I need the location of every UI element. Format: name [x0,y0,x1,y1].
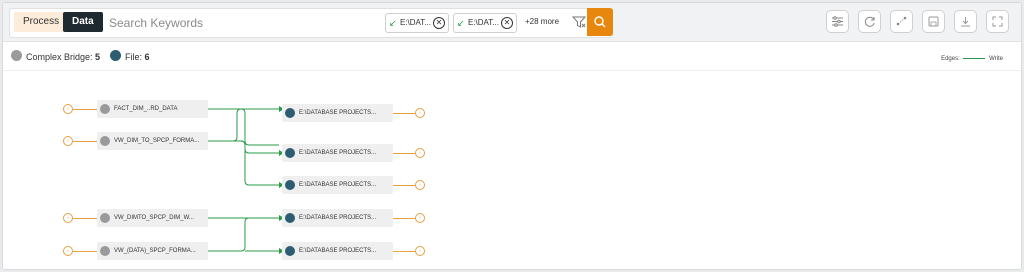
search-bar: Process Data ↙ E:\DAT... ✕ ↙ E:\DAT... ✕… [9,8,613,38]
save-button[interactable] [922,10,945,33]
expander-connector [393,251,415,252]
file-node[interactable]: E:\DATABASE PROJECTS... [282,209,393,227]
fullscreen-icon [992,16,1003,27]
write-legend-label: Write [989,56,1003,62]
node-label: E:\DATABASE PROJECTS... [299,248,377,254]
clear-filter-icon[interactable] [572,15,586,29]
chip-label: E:\DAT... [400,18,431,27]
node-label: E:\DATABASE PROJECTS... [299,110,377,116]
expander-connector [73,141,97,142]
file-icon [285,108,295,118]
file-node[interactable]: E:\DATABASE PROJECTS... [282,104,393,122]
expand-upstream-icon[interactable]: ‹ [63,104,73,114]
remove-chip-icon[interactable]: ✕ [433,17,445,29]
complex-bridge-icon [11,50,22,61]
complex-bridge-icon [100,104,110,114]
write-edge [208,140,279,186]
expand-downstream-icon[interactable]: › [415,148,425,158]
expand-upstream-icon[interactable]: ‹ [63,246,73,256]
file-icon [285,148,295,158]
expand-upstream-icon[interactable]: ‹ [63,136,73,146]
expand-downstream-icon[interactable]: › [415,246,425,256]
download-button[interactable] [954,10,977,33]
expand-downstream-icon[interactable]: › [415,213,425,223]
complex-bridge-icon [100,213,110,223]
layout-button[interactable] [890,10,913,33]
filter-chip[interactable]: ↙ E:\DAT... ✕ [385,13,449,33]
fullscreen-button[interactable] [986,10,1009,33]
file-icon [110,50,121,61]
expand-downstream-icon[interactable]: › [415,180,425,190]
expander-connector [393,218,415,219]
download-icon [961,17,970,27]
expander-connector [73,109,97,110]
file-icon [285,180,295,190]
save-icon [928,16,939,27]
complex-bridge-summary: Complex Bridge: 5 [26,51,100,63]
lineage-graph: ‹ ‹ ‹ ‹ FACT_DIM_..RD_DATA VW_DIM_TO_SPC… [3,71,1021,269]
complex-bridge-node[interactable]: FACT_DIM_..RD_DATA [97,100,208,118]
file-icon [285,246,295,256]
file-summary: File: 6 [125,51,150,63]
node-label: VW_DIMTO_SPCP_DIM_W... [114,215,194,221]
complex-bridge-icon [100,136,110,146]
node-label: E:\DATABASE PROJECTS... [299,182,377,188]
file-node[interactable]: E:\DATABASE PROJECTS... [282,242,393,260]
data-toggle[interactable]: Data [63,12,103,32]
write-arrow-icon: ↙ [389,18,397,28]
complex-bridge-icon [100,246,110,256]
search-button[interactable] [587,8,613,36]
complex-bridge-node[interactable]: VW_DIMTO_SPCP_DIM_W... [97,209,208,227]
write-edge [208,140,279,154]
expander-connector [393,185,415,186]
node-label: FACT_DIM_..RD_DATA [114,106,178,112]
file-count: 6 [144,52,150,62]
filter-chip[interactable]: ↙ E:\DAT... ✕ [453,13,517,33]
refresh-button[interactable] [858,10,881,33]
node-label: E:\DATABASE PROJECTS... [299,150,377,156]
file-node[interactable]: E:\DATABASE PROJECTS... [282,144,393,162]
top-toolbar: Process Data ↙ E:\DAT... ✕ ↙ E:\DAT... ✕… [3,3,1021,42]
complex-bridge-node[interactable]: VW_(DATA)_SPCP_FORMA... [97,242,208,260]
layout-icon [896,16,907,26]
node-label: VW_DIM_TO_SPCP_FORMA... [114,138,200,144]
expand-upstream-icon[interactable]: ‹ [63,213,73,223]
remove-chip-icon[interactable]: ✕ [501,17,513,29]
file-label: File: [125,52,143,62]
filter-settings-button[interactable] [826,10,849,33]
node-label: E:\DATABASE PROJECTS... [299,215,377,221]
refresh-icon [864,16,875,27]
edges-legend-label: Edges: [941,56,960,62]
node-label: VW_(DATA)_SPCP_FORMA... [114,248,196,254]
file-node[interactable]: E:\DATABASE PROJECTS... [282,176,393,194]
file-icon [285,213,295,223]
complex-bridge-count: 5 [95,52,101,62]
complex-bridge-node[interactable]: VW_DIM_TO_SPCP_FORMA... [97,132,208,150]
expand-downstream-icon[interactable]: › [415,108,425,118]
write-arrow-icon: ↙ [457,18,465,28]
edges-legend: Edges: Write [941,55,1003,63]
search-icon [594,16,606,28]
expander-connector [393,113,415,114]
write-edge [208,217,279,252]
filter-settings-icon [832,16,843,27]
process-toggle[interactable]: Process [14,12,69,32]
complex-bridge-label: Complex Bridge: [26,52,93,62]
search-input[interactable] [107,13,371,33]
chip-label: E:\DAT... [468,18,499,27]
lineage-panel: Process Data ↙ E:\DAT... ✕ ↙ E:\DAT... ✕… [2,2,1022,270]
write-edge [208,108,279,142]
expander-connector [393,153,415,154]
write-edge-swatch [963,57,986,59]
expander-connector [73,218,97,219]
summary-bar: Complex Bridge: 5 File: 6 Edges: Write [3,42,1021,71]
write-edge [208,108,279,146]
more-chips-link[interactable]: +28 more [525,13,559,31]
expander-connector [73,251,97,252]
